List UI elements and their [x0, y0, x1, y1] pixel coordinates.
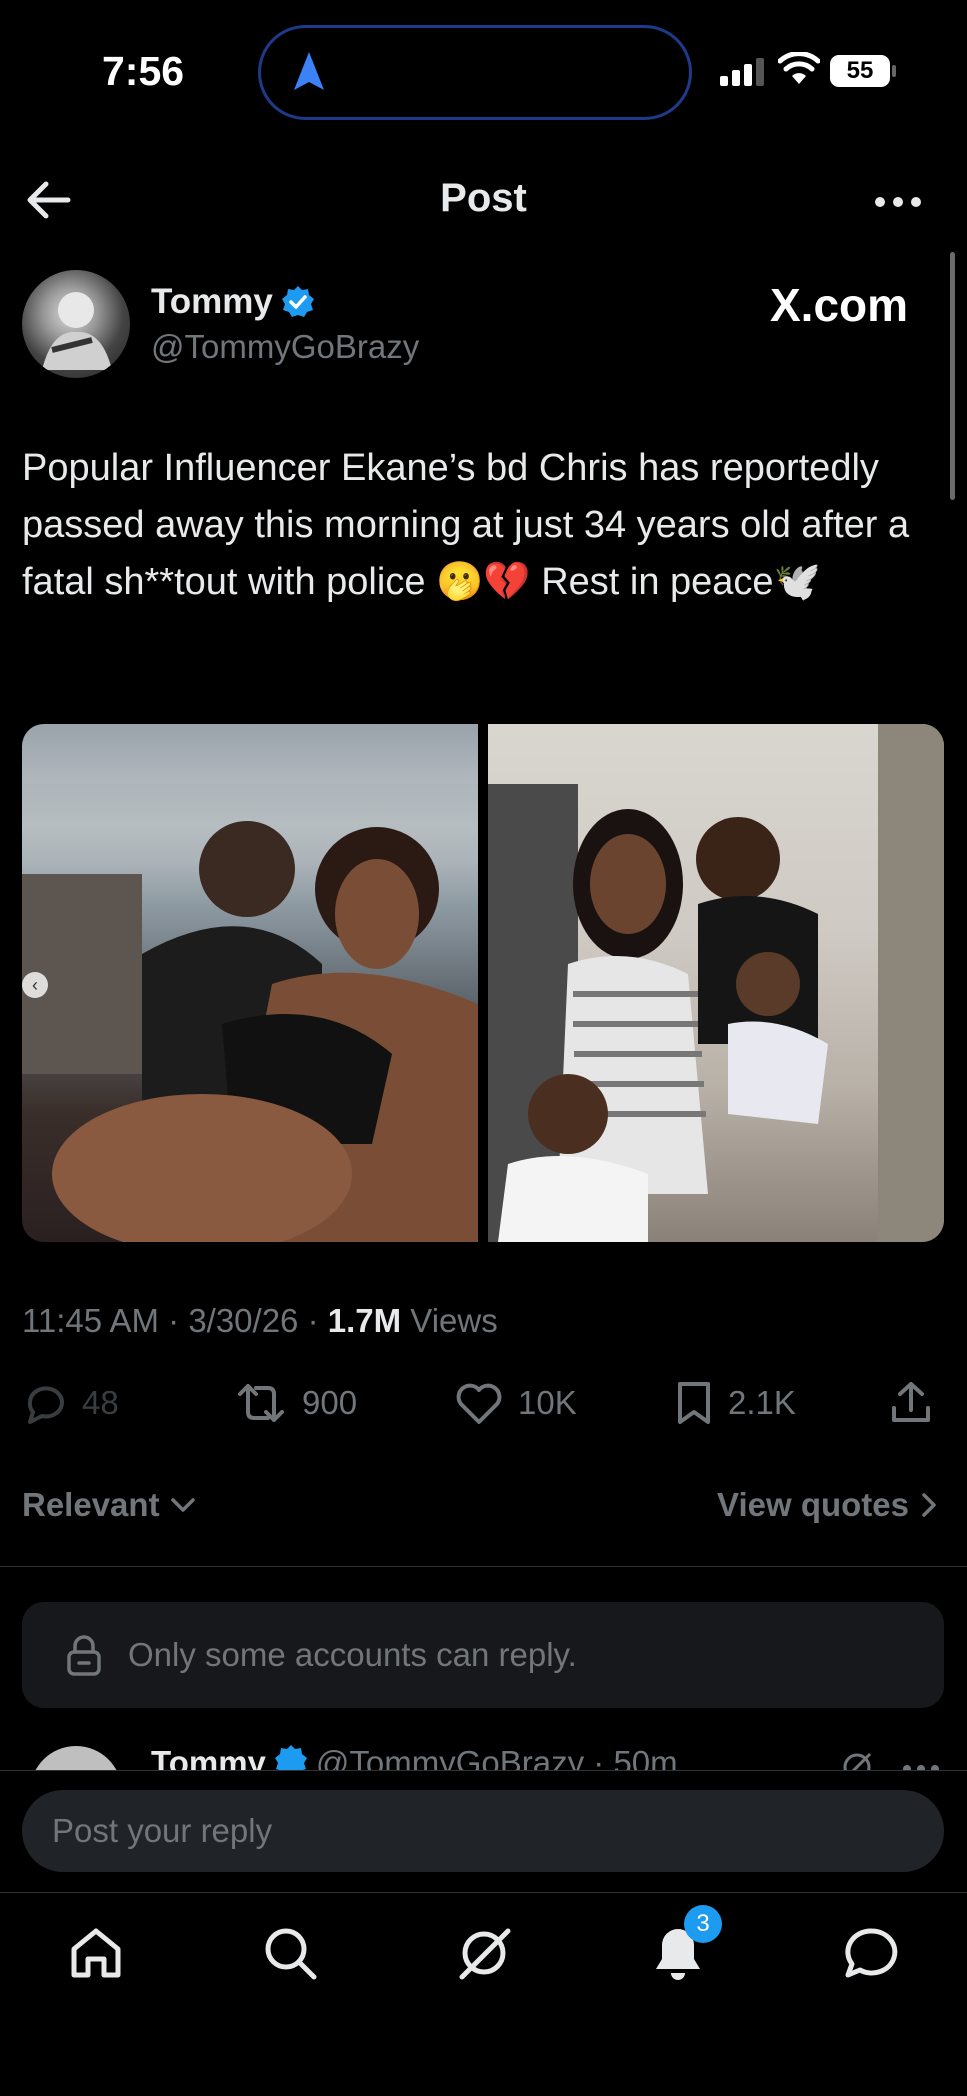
notification-badge: 3	[684, 1905, 722, 1943]
author-name[interactable]: Tommy	[151, 282, 273, 322]
bottom-nav: 3	[0, 1893, 967, 2096]
tweet-time: 11:45 AM	[22, 1302, 159, 1339]
view-quotes-link[interactable]: View quotes	[717, 1486, 937, 1524]
reply-count: 48	[82, 1384, 119, 1421]
views-count: 1.7M	[327, 1302, 402, 1339]
reply-restriction-notice: Only some accounts can reply.	[22, 1602, 944, 1708]
tweet-meta: 11:45 AM · 3/30/26 · 1.7M Views	[22, 1302, 498, 1339]
avatar-image	[42, 292, 112, 370]
repost-icon	[238, 1384, 284, 1422]
scrollbar[interactable]	[950, 252, 955, 500]
messages-icon	[845, 1928, 898, 1978]
repost-count: 900	[302, 1384, 358, 1421]
tweet-date: 3/30/26	[188, 1302, 299, 1339]
more-options-icon[interactable]	[874, 196, 922, 208]
post-header: Post	[0, 160, 967, 240]
notice-text: Only some accounts can reply.	[128, 1636, 577, 1673]
repost-button[interactable]: 900	[234, 1380, 357, 1426]
page-title: Post	[440, 176, 527, 220]
reply-avatar[interactable]	[30, 1746, 122, 1770]
carousel-prev-button[interactable]: ‹	[22, 972, 48, 998]
battery-indicator: 55	[830, 55, 896, 87]
author-name-row[interactable]: Tommy	[151, 282, 315, 322]
sort-relevant-dropdown[interactable]: Relevant	[22, 1486, 196, 1524]
grok-icon[interactable]	[840, 1750, 874, 1770]
divider	[0, 1566, 967, 1567]
battery-level: 55	[830, 55, 890, 87]
reply-author-name: Tommy	[151, 1744, 266, 1770]
heart-icon	[456, 1383, 502, 1424]
home-icon	[71, 1928, 121, 1978]
reply-header: Tommy @TommyGoBrazy · 50m	[151, 1744, 678, 1770]
tweet-media[interactable]: ‹	[22, 724, 944, 1242]
bookmark-icon	[678, 1382, 710, 1424]
sort-label: Relevant	[22, 1486, 160, 1523]
status-time: 7:56	[102, 48, 185, 94]
author-handle[interactable]: @TommyGoBrazy	[151, 328, 419, 366]
location-arrow-icon	[294, 52, 324, 90]
reply-input[interactable]	[22, 1790, 944, 1872]
chevron-right-icon	[922, 1493, 936, 1517]
nav-grok[interactable]	[454, 1923, 514, 1983]
like-button[interactable]: 10K	[454, 1380, 577, 1426]
photo-couple[interactable]: ‹	[22, 724, 478, 1242]
search-icon	[265, 1928, 317, 1980]
grok-icon	[459, 1928, 511, 1980]
photo-couple-image	[22, 784, 478, 1242]
watermark-text: X.com	[770, 279, 909, 331]
nav-search[interactable]	[260, 1923, 320, 1983]
photo-family-image	[488, 724, 944, 1242]
photo-family[interactable]	[488, 724, 944, 1242]
bookmark-button[interactable]: 2.1K	[674, 1380, 796, 1426]
reply-preview[interactable]: Tommy @TommyGoBrazy · 50m	[0, 1736, 967, 1770]
nav-notifications[interactable]: 3	[648, 1905, 722, 1983]
tweet-actions: 48 900 10K 2.1K	[22, 1380, 944, 1432]
author-avatar[interactable]	[22, 270, 130, 378]
views-label: Views	[410, 1302, 498, 1339]
verified-badge-icon	[274, 1745, 307, 1770]
like-count: 10K	[518, 1384, 577, 1421]
dynamic-island	[258, 25, 692, 120]
reply-button[interactable]: 48	[22, 1380, 119, 1426]
nav-home[interactable]	[66, 1923, 126, 1983]
bookmark-count: 2.1K	[728, 1384, 796, 1421]
verified-badge-icon	[281, 286, 314, 317]
reply-handle-time: @TommyGoBrazy · 50m	[315, 1744, 678, 1770]
chevron-down-icon	[170, 1498, 195, 1512]
view-quotes-label: View quotes	[717, 1486, 909, 1523]
tweet-text: Popular Influencer Ekane’s bd Chris has …	[22, 447, 910, 603]
share-button[interactable]	[888, 1380, 934, 1426]
nav-messages[interactable]	[842, 1923, 902, 1983]
lock-icon	[67, 1635, 101, 1676]
signal-icon	[720, 58, 764, 86]
status-bar: 7:56 55	[0, 0, 967, 140]
share-icon	[892, 1382, 930, 1422]
wifi-icon	[778, 52, 820, 84]
battery-tip	[892, 65, 896, 77]
reply-icon	[27, 1386, 64, 1424]
